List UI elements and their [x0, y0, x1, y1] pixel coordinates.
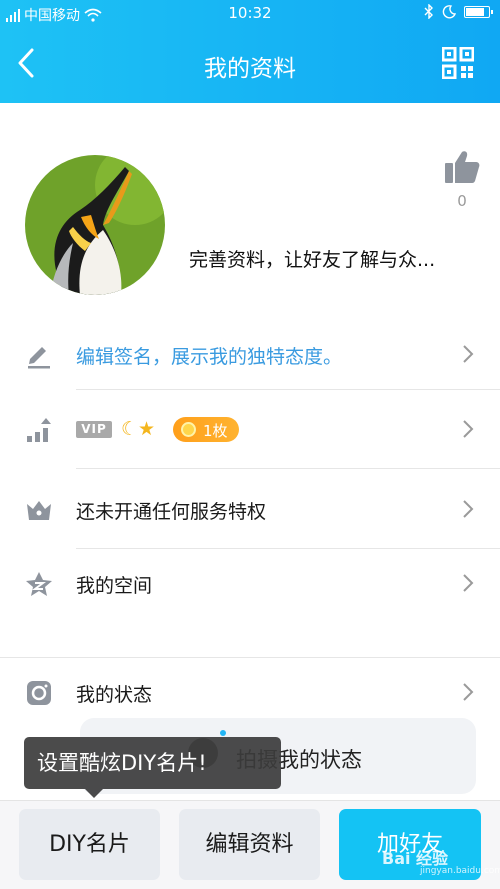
signature-label: 编辑签名，展示我的独特态度。: [76, 346, 343, 368]
like-button[interactable]: 0: [441, 150, 483, 212]
thumbs-up-icon: [445, 151, 480, 183]
profile-description[interactable]: 完善资料，让好友了解与众...: [189, 245, 435, 272]
chevron-right-icon: [463, 500, 474, 518]
new-dot-indicator: [220, 730, 226, 736]
penguin-avatar-image: [25, 155, 165, 295]
edit-profile-button[interactable]: 编辑资料: [179, 809, 320, 880]
chevron-right-icon: [463, 420, 474, 438]
battery-icon: [464, 5, 493, 18]
pen-icon: [28, 347, 50, 369]
coin-icon: [181, 422, 196, 437]
do-not-disturb-icon: [442, 4, 456, 18]
chevron-right-icon: [463, 574, 474, 592]
my-space-row[interactable]: 我的空间: [0, 549, 500, 619]
diy-card-button[interactable]: DIY名片: [19, 809, 160, 880]
vip-tag: VIP: [76, 421, 112, 438]
camera-lens-icon: [27, 681, 51, 705]
qr-code-button[interactable]: [442, 47, 474, 79]
tooltip-arrow: [85, 789, 103, 798]
top-header: 中国移动 10:32 我的资料: [0, 0, 500, 103]
diy-card-tooltip: 设置酷炫DIY名片!: [24, 737, 281, 789]
crown-icon: [27, 501, 51, 520]
service-privilege-row[interactable]: 还未开通任何服务特权: [0, 475, 500, 545]
qzone-star-icon: [26, 572, 52, 596]
watermark-subtext: jingyan.baidu.com: [420, 866, 500, 876]
coin-badge-text: 1枚: [203, 422, 228, 440]
coin-badge: 1枚: [173, 417, 239, 442]
bluetooth-icon: [424, 4, 433, 19]
my-space-label: 我的空间: [76, 575, 153, 597]
status-bar: 中国移动 10:32: [0, 0, 500, 28]
status-right: [424, 4, 493, 19]
my-status-label: 我的状态: [76, 684, 153, 706]
chevron-right-icon: [463, 345, 474, 363]
page-title: 我的资料: [204, 56, 296, 82]
like-count: 0: [457, 192, 467, 210]
vip-level-row[interactable]: [0, 395, 500, 465]
privilege-label: 还未开通任何服务特权: [76, 501, 267, 523]
divider: [76, 468, 500, 469]
chevron-right-icon: [463, 683, 474, 701]
divider: [76, 389, 500, 390]
edit-signature-row[interactable]: 编辑签名，展示我的独特态度。: [0, 320, 500, 390]
moon-star-level-icon: ☾★: [121, 418, 156, 440]
level-up-icon: [27, 418, 51, 442]
avatar[interactable]: [25, 155, 165, 295]
